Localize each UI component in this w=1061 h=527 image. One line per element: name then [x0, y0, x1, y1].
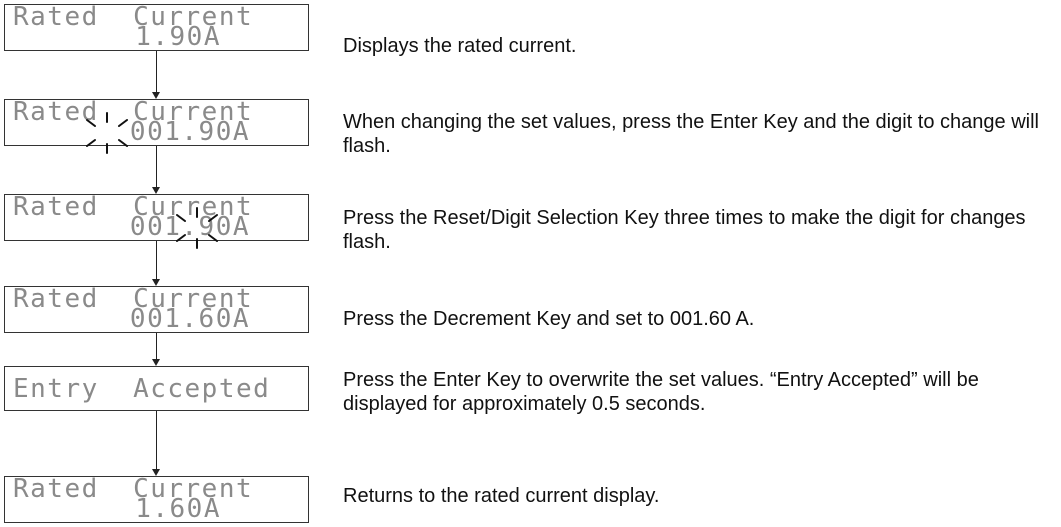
step-4-description: Press the Decrement Key and set to 001.6…: [343, 308, 755, 330]
lcd-line-2: 001.90A: [129, 117, 250, 146]
connector-line: [156, 51, 157, 94]
arrow-down-icon: [152, 92, 160, 99]
lcd-display-step-5: Entry Accepted: [4, 366, 309, 411]
arrow-down-icon: [152, 279, 160, 286]
connector-line: [156, 333, 157, 361]
lcd-display-step-4: Rated Current 001.60A: [4, 286, 309, 333]
lcd-display-step-6: Rated Current 1.60A: [4, 476, 309, 523]
step-6-description: Returns to the rated current display.: [343, 485, 660, 507]
lcd-display-step-1: Rated Current 1.90A: [4, 4, 309, 51]
connector-line: [156, 411, 157, 471]
flash-marker-icon: [176, 207, 218, 249]
lcd-display-step-2: Rated Current 001.90A: [4, 99, 309, 146]
arrow-down-icon: [152, 187, 160, 194]
lcd-line-2: 1.90A: [135, 22, 221, 51]
arrow-down-icon: [152, 469, 160, 476]
connector-line: [156, 146, 157, 189]
lcd-line-1: Entry Accepted: [13, 374, 271, 404]
arrow-down-icon: [152, 359, 160, 366]
lcd-display-step-3: Rated Current 001.90A: [4, 194, 309, 241]
step-2-description: When changing the set values, press the …: [343, 111, 1039, 157]
lcd-line-2: 001.60A: [129, 304, 250, 333]
flash-marker-icon: [86, 112, 128, 154]
step-3-description: Press the Reset/Digit Selection Key thre…: [343, 207, 1026, 253]
step-1-description: Displays the rated current.: [343, 35, 577, 57]
step-5-description: Press the Enter Key to overwrite the set…: [343, 369, 979, 415]
lcd-line-2: 1.60A: [135, 494, 221, 523]
connector-line: [156, 241, 157, 280]
